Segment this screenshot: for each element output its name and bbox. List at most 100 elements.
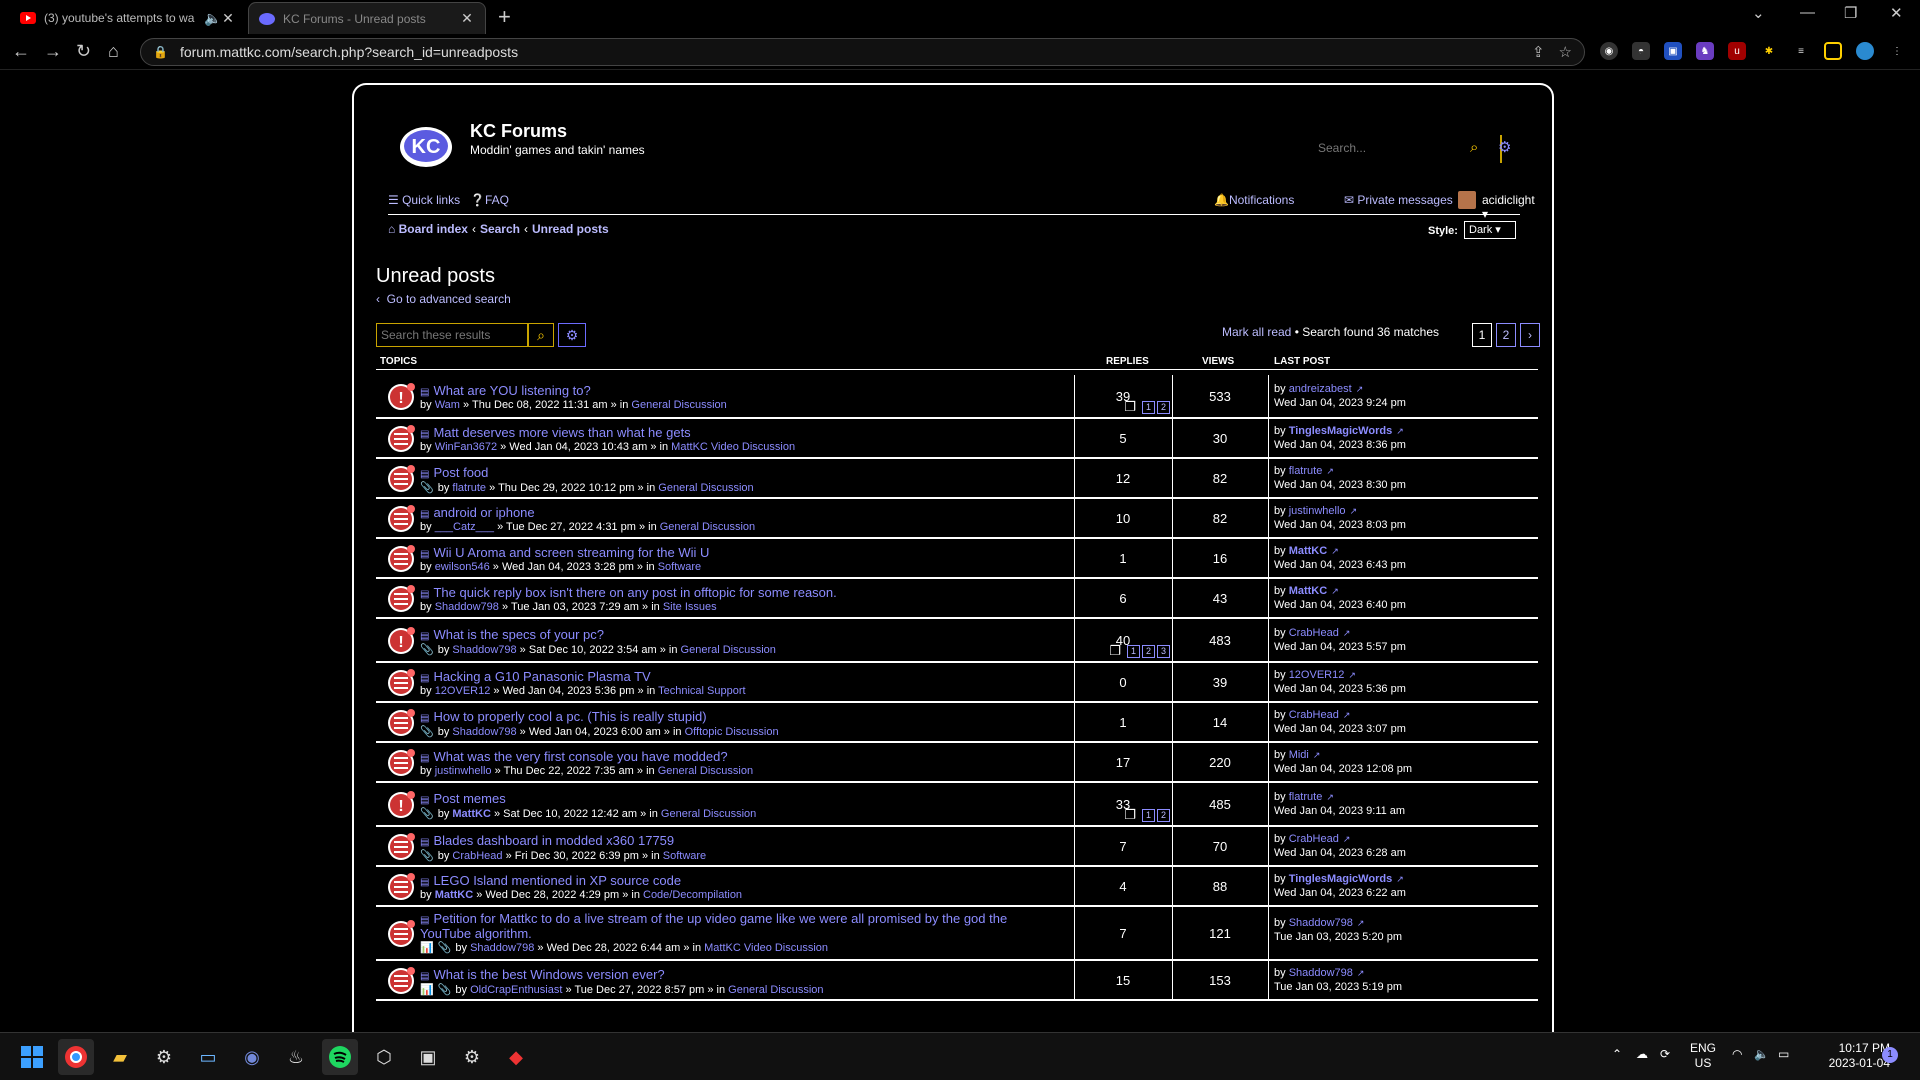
topic-title[interactable]: ▤ android or iphone (420, 505, 535, 520)
last-post-user[interactable]: MattKC (1289, 545, 1328, 557)
speaker-icon[interactable]: 🔈 (204, 10, 221, 27)
extensions-puzzle-icon[interactable]: ✱ (1760, 42, 1778, 60)
topic-author[interactable]: Shaddow798 (452, 644, 516, 656)
goto-last-post-icon[interactable]: ↗ (1313, 750, 1321, 760)
discord-icon[interactable]: ◉ (234, 1039, 270, 1075)
search-icon[interactable]: ⌕ (528, 323, 554, 347)
goto-last-post-icon[interactable]: ↗ (1396, 874, 1404, 884)
goto-last-post-icon[interactable]: ↗ (1357, 918, 1365, 928)
extension-1-icon[interactable]: ◉ (1600, 42, 1618, 60)
topic-forum[interactable]: General Discussion (658, 482, 753, 494)
topic-author[interactable]: CrabHead (452, 850, 502, 862)
topic-row[interactable]: ▤ Hacking a G10 Panasonic Plasma TV by 12O… (376, 663, 1538, 703)
kc-logo[interactable]: KC (398, 121, 454, 171)
topic-row[interactable]: ▤ What was the very first console you hav… (376, 743, 1538, 783)
topic-forum[interactable]: General Discussion (660, 521, 755, 533)
site-title[interactable]: KC Forums (470, 121, 567, 142)
topic-title[interactable]: ▤ LEGO Island mentioned in XP source code (420, 873, 681, 888)
close-tab-icon[interactable]: ✕ (220, 10, 236, 27)
topic-author[interactable]: ___Catz___ (435, 521, 494, 533)
style-select[interactable]: Dark ▾ (1464, 221, 1516, 239)
remote-desktop-icon[interactable]: ▭ (190, 1039, 226, 1075)
topic-forum[interactable]: Software (663, 850, 706, 862)
topic-title[interactable]: ▤ How to properly cool a pc. (This is rea… (420, 709, 707, 724)
topic-row[interactable]: ▤ android or iphone by ___Catz___ » Tue De… (376, 499, 1538, 539)
avatar[interactable] (1458, 191, 1476, 209)
page-2[interactable]: 2 (1496, 323, 1516, 347)
goto-last-post-icon[interactable]: ↗ (1343, 628, 1351, 638)
goto-last-post-icon[interactable]: ↗ (1331, 546, 1339, 556)
last-post-user[interactable]: MattKC (1289, 585, 1328, 597)
topic-title[interactable]: ▤ Matt deserves more views than what he g… (420, 425, 691, 440)
topic-author[interactable]: WinFan3672 (435, 441, 497, 453)
goto-last-post-icon[interactable]: ↗ (1326, 792, 1334, 802)
page-1[interactable]: 1 (1472, 323, 1492, 347)
bookmark-star-icon[interactable]: ☆ (1559, 43, 1572, 61)
chrome-icon[interactable] (58, 1039, 94, 1075)
topic-forum[interactable]: General Discussion (728, 984, 823, 996)
terminal-icon[interactable]: ▣ (410, 1039, 446, 1075)
restore-icon[interactable]: ❐ (1844, 4, 1857, 22)
windows-start-icon[interactable] (14, 1039, 50, 1075)
advanced-search-link[interactable]: ‹ Go to advanced search (376, 292, 511, 306)
topic-forum[interactable]: General Discussion (658, 765, 753, 777)
topic-row[interactable]: ▤ Wii U Aroma and screen streaming for th… (376, 539, 1538, 579)
reload-icon[interactable]: ↻ (76, 41, 91, 62)
box-app-icon[interactable]: ⬡ (366, 1039, 402, 1075)
tab-youtube[interactable]: (3) youtube's attempts to wa 🔈 ✕ (10, 2, 246, 34)
topic-title[interactable]: ▤ Petition for Mattkc to do a live stream… (420, 911, 1007, 926)
topic-title[interactable]: ▤ Hacking a G10 Panasonic Plasma TV (420, 669, 651, 684)
last-post-user[interactable]: Shaddow798 (1289, 967, 1353, 979)
new-tab-icon[interactable]: + (498, 4, 511, 30)
extension-3-icon[interactable]: ▣ (1664, 42, 1682, 60)
topic-author[interactable]: OldCrapEnthusiast (470, 984, 562, 996)
gear-icon[interactable]: ⚙ (558, 323, 586, 347)
topic-title[interactable]: ▤ What are YOU listening to? (420, 383, 591, 398)
topic-forum[interactable]: MattKC Video Discussion (671, 441, 795, 453)
topic-row[interactable]: ▤ LEGO Island mentioned in XP source code… (376, 867, 1538, 907)
breadcrumb-search[interactable]: Search (480, 222, 520, 236)
topic-author[interactable]: Wam (435, 399, 460, 411)
last-post-user[interactable]: 12OVER12 (1289, 669, 1345, 681)
clock[interactable]: 10:17 PM 2023-01-04 (1812, 1041, 1890, 1071)
topic-author[interactable]: MattKC (435, 889, 474, 901)
topic-row[interactable]: ! ▤ What are YOU listening to? by Wam » Th… (376, 375, 1538, 419)
close-tab-icon[interactable]: ✕ (459, 10, 475, 27)
topic-title[interactable]: ▤ What is the specs of your pc? (420, 627, 604, 642)
last-post-user[interactable]: TinglesMagicWords (1289, 873, 1393, 885)
share-icon[interactable]: ⇪ (1532, 43, 1545, 61)
spotify-icon[interactable] (322, 1039, 358, 1075)
topic-author[interactable]: justinwhello (435, 765, 492, 777)
breadcrumb-board-index[interactable]: Board index (399, 222, 468, 236)
onedrive-icon[interactable]: ☁ (1636, 1047, 1648, 1061)
topic-forum[interactable]: General Discussion (661, 808, 756, 820)
search-icon[interactable]: ⌕ (1470, 139, 1478, 156)
last-post-user[interactable]: justinwhello (1289, 505, 1346, 517)
user-menu[interactable]: acidiclight ▾ (1482, 193, 1535, 221)
topic-row[interactable]: ▤ How to properly cool a pc. (This is rea… (376, 703, 1538, 743)
topic-title[interactable]: ▤ Wii U Aroma and screen streaming for th… (420, 545, 709, 560)
goto-last-post-icon[interactable]: ↗ (1350, 506, 1358, 516)
goto-last-post-icon[interactable]: ↗ (1343, 710, 1351, 720)
back-icon[interactable]: ← (12, 41, 30, 62)
topic-row[interactable]: ! ▤ What is the specs of your pc? 📎 by Shad… (376, 619, 1538, 663)
topic-title[interactable]: ▤ Post memes (420, 791, 506, 806)
url-field[interactable]: 🔒 forum.mattkc.com/search.php?search_id=… (140, 38, 1585, 66)
menu-kebab-icon[interactable]: ⋮ (1888, 42, 1906, 60)
topic-row[interactable]: ▤ Post food 📎 by flatrute » Thu Dec 29, 202… (376, 459, 1538, 499)
last-post-user[interactable]: Shaddow798 (1289, 917, 1353, 929)
minimize-icon[interactable]: — (1800, 4, 1815, 21)
last-post-user[interactable]: TinglesMagicWords (1289, 425, 1393, 437)
topic-title[interactable]: ▤ What is the best Windows version ever? (420, 967, 665, 982)
goto-last-post-icon[interactable]: ↗ (1356, 384, 1364, 394)
file-explorer-icon[interactable]: ▰ (102, 1039, 138, 1075)
last-post-user[interactable]: CrabHead (1289, 709, 1339, 721)
topic-forum[interactable]: Software (658, 561, 701, 573)
last-post-user[interactable]: CrabHead (1289, 833, 1339, 845)
topic-forum[interactable]: General Discussion (631, 399, 726, 411)
results-search-input[interactable]: Search these results (376, 323, 528, 347)
topic-author[interactable]: flatrute (452, 482, 486, 494)
forward-icon[interactable]: → (44, 41, 62, 62)
goto-last-post-icon[interactable]: ↗ (1343, 834, 1351, 844)
topic-author[interactable]: 12OVER12 (435, 685, 491, 697)
